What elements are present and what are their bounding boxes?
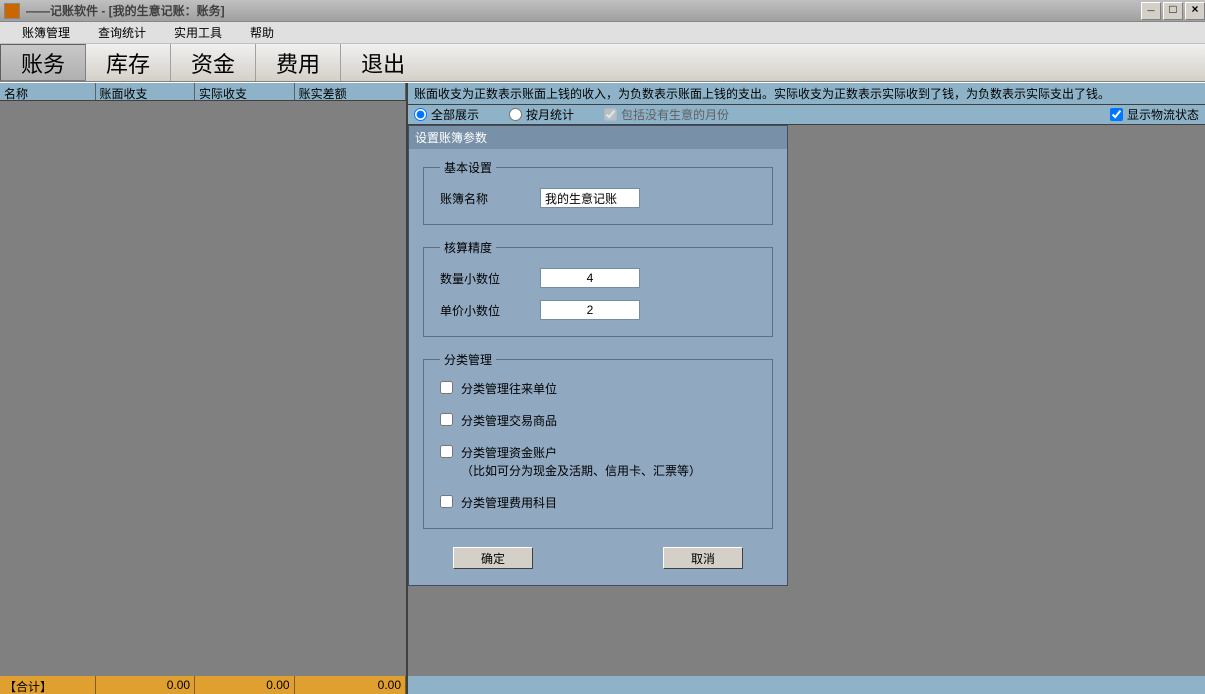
check-show-logistics-input[interactable] — [1110, 108, 1123, 121]
radio-all-label: 全部展示 — [431, 106, 479, 123]
check-partner-label: 分类管理往来单位 — [461, 380, 557, 398]
settings-dialog: 设置账簿参数 基本设置 账簿名称 核算精度 数量小数位 — [408, 125, 788, 586]
col-name[interactable]: 名称 — [0, 83, 96, 100]
check-expense[interactable] — [440, 495, 453, 508]
tab-accounts[interactable]: 账务 — [0, 44, 86, 81]
check-funds-label: 分类管理资金账户 （比如可分为现金及活期、信用卡、汇票等） — [461, 444, 701, 480]
menu-help[interactable]: 帮助 — [236, 21, 288, 44]
col-actual-balance[interactable]: 实际收支 — [195, 83, 295, 100]
dialog-title: 设置账簿参数 — [409, 126, 787, 149]
window-title: ——记账软件 - [我的生意记账：账务] — [26, 2, 1139, 19]
close-button[interactable] — [1185, 2, 1205, 20]
legend-basic: 基本设置 — [440, 159, 496, 176]
footer-diff: 0.00 — [295, 676, 406, 694]
fieldset-categories: 分类管理 分类管理往来单位 分类管理交易商品 — [423, 351, 773, 529]
check-partner[interactable] — [440, 381, 453, 394]
cancel-button[interactable]: 取消 — [663, 547, 743, 569]
fieldset-precision: 核算精度 数量小数位 单价小数位 — [423, 239, 773, 337]
ledger-name-input[interactable] — [540, 188, 640, 208]
check-include-empty[interactable]: 包括没有生意的月份 — [604, 106, 729, 123]
check-goods-label: 分类管理交易商品 — [461, 412, 557, 430]
ok-button[interactable]: 确定 — [453, 547, 533, 569]
menu-ledger[interactable]: 账簿管理 — [8, 21, 84, 44]
menu-query[interactable]: 查询统计 — [84, 21, 160, 44]
filter-bar: 全部展示 按月统计 包括没有生意的月份 显示物流状态 — [408, 105, 1205, 125]
price-decimal-label: 单价小数位 — [440, 302, 540, 319]
table-footer: 【合计】 0.00 0.00 0.00 — [0, 676, 406, 694]
qty-decimal-input[interactable] — [540, 268, 640, 288]
legend-precision: 核算精度 — [440, 239, 496, 256]
hint-text: 账面收支为正数表示账面上钱的收入，为负数表示账面上钱的支出。实际收支为正数表示实… — [408, 83, 1205, 105]
left-panel: 名称 账面收支 实际收支 账实差额 【合计】 0.00 0.00 0.00 — [0, 83, 408, 694]
check-goods[interactable] — [440, 413, 453, 426]
tab-funds[interactable]: 资金 — [171, 44, 256, 81]
footer-actual: 0.00 — [195, 676, 295, 694]
toolbar: 账务 库存 资金 费用 退出 — [0, 44, 1205, 82]
app-icon — [4, 3, 20, 19]
check-expense-label: 分类管理费用科目 — [461, 494, 557, 512]
check-show-logistics-label: 显示物流状态 — [1127, 106, 1199, 123]
menubar: 账簿管理 查询统计 实用工具 帮助 — [0, 22, 1205, 44]
fieldset-basic: 基本设置 账簿名称 — [423, 159, 773, 225]
tab-expense[interactable]: 费用 — [256, 44, 341, 81]
menu-tools[interactable]: 实用工具 — [160, 21, 236, 44]
tab-inventory[interactable]: 库存 — [86, 44, 171, 81]
radio-monthly[interactable]: 按月统计 — [509, 106, 574, 123]
maximize-button[interactable] — [1163, 2, 1183, 20]
col-book-balance[interactable]: 账面收支 — [96, 83, 196, 100]
footer-total-label: 【合计】 — [0, 676, 96, 694]
tab-exit[interactable]: 退出 — [341, 44, 425, 81]
radio-monthly-label: 按月统计 — [526, 106, 574, 123]
check-include-empty-input[interactable] — [604, 108, 617, 121]
minimize-button[interactable] — [1141, 2, 1161, 20]
ledger-name-label: 账簿名称 — [440, 190, 540, 207]
radio-all[interactable]: 全部展示 — [414, 106, 479, 123]
check-include-empty-label: 包括没有生意的月份 — [621, 106, 729, 123]
table-header: 名称 账面收支 实际收支 账实差额 — [0, 83, 406, 101]
legend-categories: 分类管理 — [440, 351, 496, 368]
col-difference[interactable]: 账实差额 — [295, 83, 406, 100]
check-funds-main: 分类管理资金账户 — [461, 446, 557, 460]
right-panel: 账面收支为正数表示账面上钱的收入，为负数表示账面上钱的支出。实际收支为正数表示实… — [408, 83, 1205, 694]
right-footer — [408, 676, 1205, 694]
check-funds-sub: （比如可分为现金及活期、信用卡、汇票等） — [461, 464, 701, 478]
radio-all-input[interactable] — [414, 108, 427, 121]
radio-monthly-input[interactable] — [509, 108, 522, 121]
footer-book: 0.00 — [96, 676, 196, 694]
price-decimal-input[interactable] — [540, 300, 640, 320]
check-show-logistics[interactable]: 显示物流状态 — [1110, 106, 1199, 123]
qty-decimal-label: 数量小数位 — [440, 270, 540, 287]
check-funds[interactable] — [440, 445, 453, 458]
table-body — [0, 101, 406, 676]
